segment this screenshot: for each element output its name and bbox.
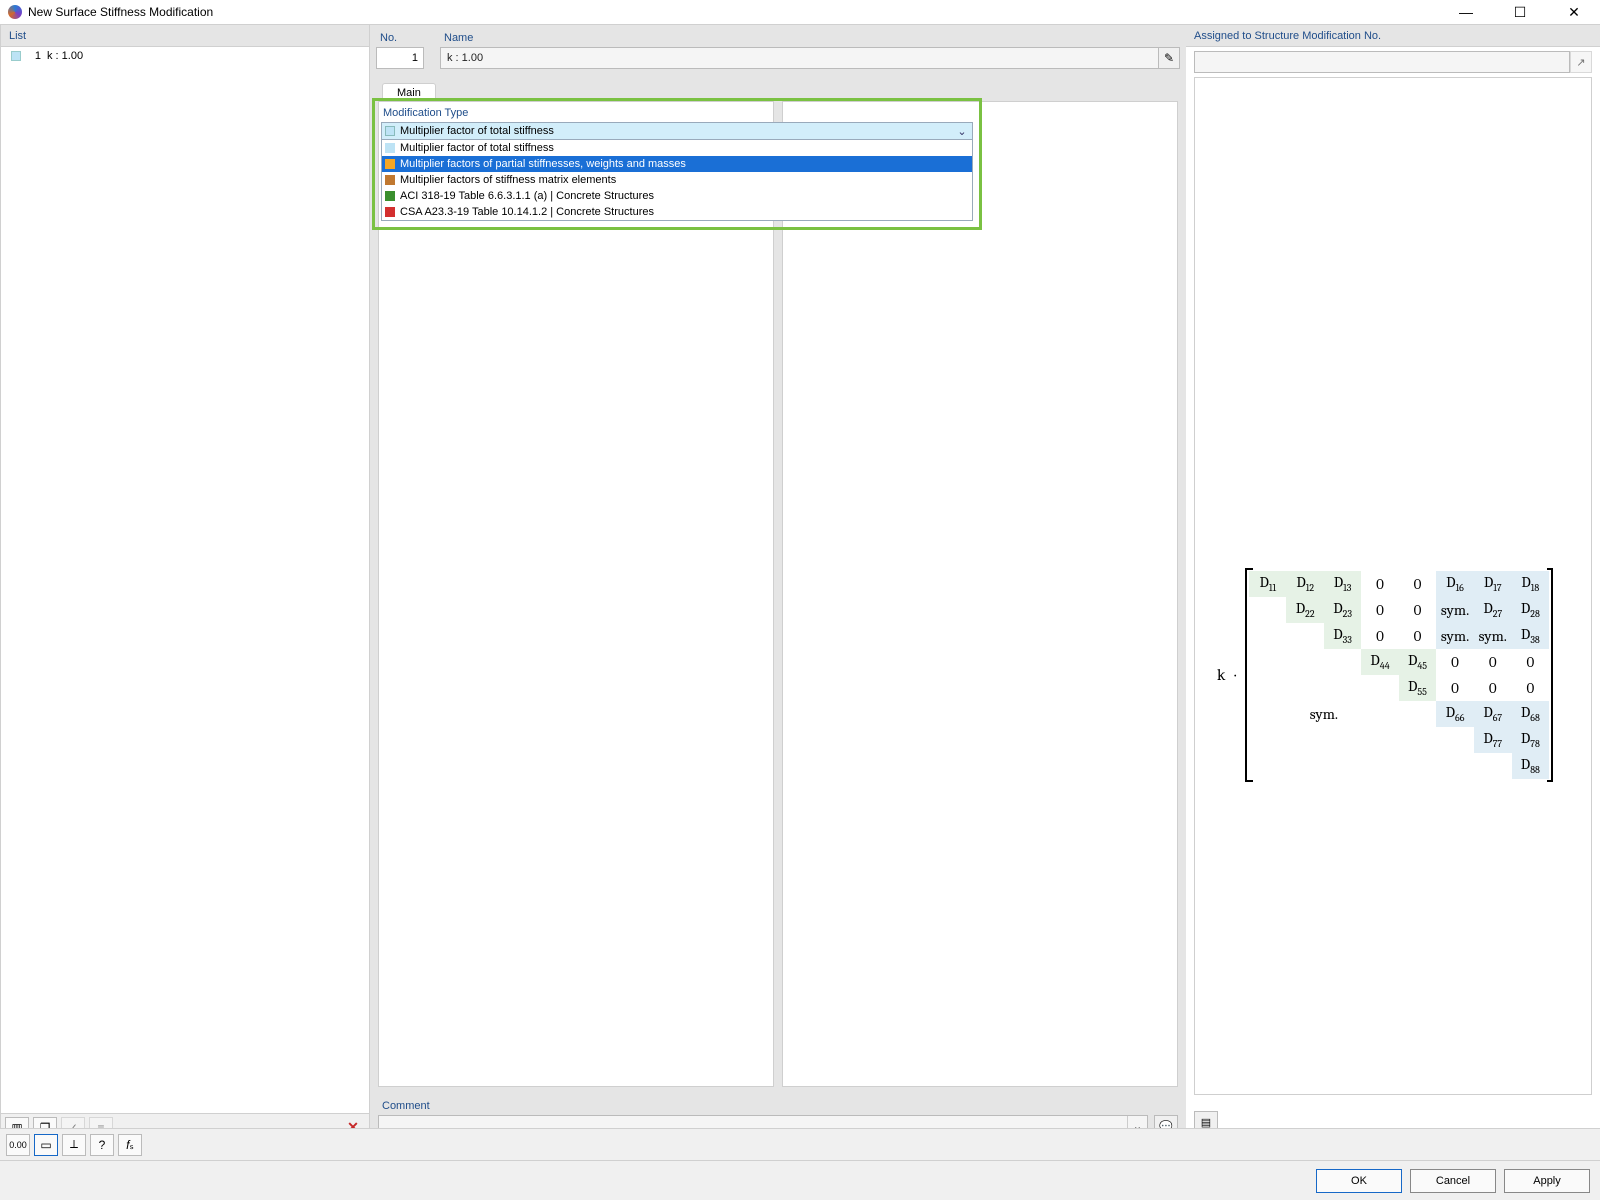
matrix-table: D11 D12 D13 0 0 D16 D17 D18 D22 D: [1249, 571, 1549, 779]
matrix-k-label: k: [1217, 666, 1228, 684]
tool-b-button[interactable]: ⟂: [62, 1134, 86, 1156]
layers-icon: ▤: [1201, 1116, 1211, 1129]
comment-label: Comment: [378, 1097, 1178, 1115]
units-button[interactable]: 0.00: [6, 1134, 30, 1156]
option-label: CSA A23.3-19 Table 10.14.1.2 | Concrete …: [400, 206, 654, 218]
script-icon: fₛ: [126, 1138, 134, 1152]
dropdown-option[interactable]: Multiplier factor of total stiffness: [382, 140, 972, 156]
ok-button[interactable]: OK: [1316, 1169, 1402, 1193]
modification-type-dropdown[interactable]: Multiplier factor of total stiffness Mul…: [381, 140, 973, 221]
modification-type-highlight: Modification Type Multiplier factor of t…: [372, 98, 982, 230]
stiffness-matrix: k · D11 D12 D13 0 0 D16 D17 D18: [1217, 562, 1577, 787]
frame-icon: ▭: [40, 1138, 51, 1152]
apply-button[interactable]: Apply: [1504, 1169, 1590, 1193]
preview-pane: k · D11 D12 D13 0 0 D16 D17 D18: [1194, 77, 1592, 1095]
help-button[interactable]: ?: [90, 1134, 114, 1156]
tool-a-button[interactable]: ▭: [34, 1134, 58, 1156]
chevron-down-icon: ⌄: [955, 125, 969, 138]
sidebar: List 1 k : 1.00 ✓ ≡ ✕: [0, 25, 370, 1141]
main-right-pane: [782, 101, 1178, 1087]
option-label: ACI 318-19 Table 6.6.3.1.1 (a) | Concret…: [400, 190, 654, 202]
main-left-pane: [378, 101, 774, 1087]
title-bar: New Surface Stiffness Modification — ☐ ✕: [0, 0, 1600, 25]
option-label: Multiplier factors of partial stiffnesse…: [400, 158, 686, 170]
dropdown-option[interactable]: Multiplier factors of stiffness matrix e…: [382, 172, 972, 188]
script-button[interactable]: fₛ: [118, 1134, 142, 1156]
option-label: Multiplier factors of stiffness matrix e…: [400, 174, 616, 186]
option-swatch-icon: [385, 175, 395, 185]
dropdown-option[interactable]: ACI 318-19 Table 6.6.3.1.1 (a) | Concret…: [382, 188, 972, 204]
sidebar-header: List: [1, 25, 369, 47]
right-panel: Assigned to Structure Modification No. ↗…: [1186, 25, 1600, 1141]
dropdown-option[interactable]: Multiplier factors of partial stiffnesse…: [382, 156, 972, 172]
list-item-swatch-icon: [11, 51, 21, 61]
list-item[interactable]: 1 k : 1.00: [5, 49, 365, 63]
combo-swatch-icon: [385, 126, 395, 136]
center-panel: No. 1 Name k : 1.00 Main Modification Ty…: [370, 25, 1186, 1141]
option-swatch-icon: [385, 159, 395, 169]
name-label: Name: [440, 29, 1180, 47]
dropdown-option[interactable]: CSA A23.3-19 Table 10.14.1.2 | Concrete …: [382, 204, 972, 220]
assigned-pick-button[interactable]: ↗: [1570, 51, 1592, 73]
combo-selected-text: Multiplier factor of total stiffness: [400, 125, 950, 137]
option-swatch-icon: [385, 207, 395, 217]
assigned-header: Assigned to Structure Modification No.: [1186, 25, 1600, 47]
option-label: Multiplier factor of total stiffness: [400, 142, 554, 154]
units-icon: 0.00: [9, 1140, 27, 1150]
name-edit-button[interactable]: [1158, 47, 1180, 69]
modification-type-label: Modification Type: [383, 107, 971, 119]
app-icon: [8, 5, 22, 19]
sidebar-list[interactable]: 1 k : 1.00: [1, 47, 369, 1113]
modification-type-combo[interactable]: Multiplier factor of total stiffness ⌄: [381, 122, 973, 140]
name-input[interactable]: k : 1.00: [440, 47, 1180, 69]
no-input[interactable]: 1: [376, 47, 424, 69]
cancel-button[interactable]: Cancel: [1410, 1169, 1496, 1193]
option-swatch-icon: [385, 143, 395, 153]
pencil-icon: [1164, 51, 1174, 65]
option-swatch-icon: [385, 191, 395, 201]
pick-icon: ↗: [1576, 56, 1585, 69]
no-label: No.: [376, 29, 432, 47]
list-item-index: 1: [27, 50, 41, 62]
help-icon: ?: [99, 1138, 106, 1152]
matrix-dot-label: ·: [1234, 666, 1239, 684]
window-title: New Surface Stiffness Modification: [28, 5, 1448, 19]
dialog-button-row: OK Cancel Apply: [0, 1160, 1600, 1200]
person-icon: ⟂: [70, 1137, 78, 1152]
minimize-button[interactable]: —: [1448, 0, 1484, 25]
close-button[interactable]: ✕: [1556, 0, 1592, 25]
bottom-toolbar: 0.00 ▭ ⟂ ? fₛ: [0, 1128, 1600, 1160]
maximize-button[interactable]: ☐: [1502, 0, 1538, 25]
assigned-input[interactable]: [1194, 51, 1570, 73]
list-item-label: k : 1.00: [47, 50, 83, 62]
